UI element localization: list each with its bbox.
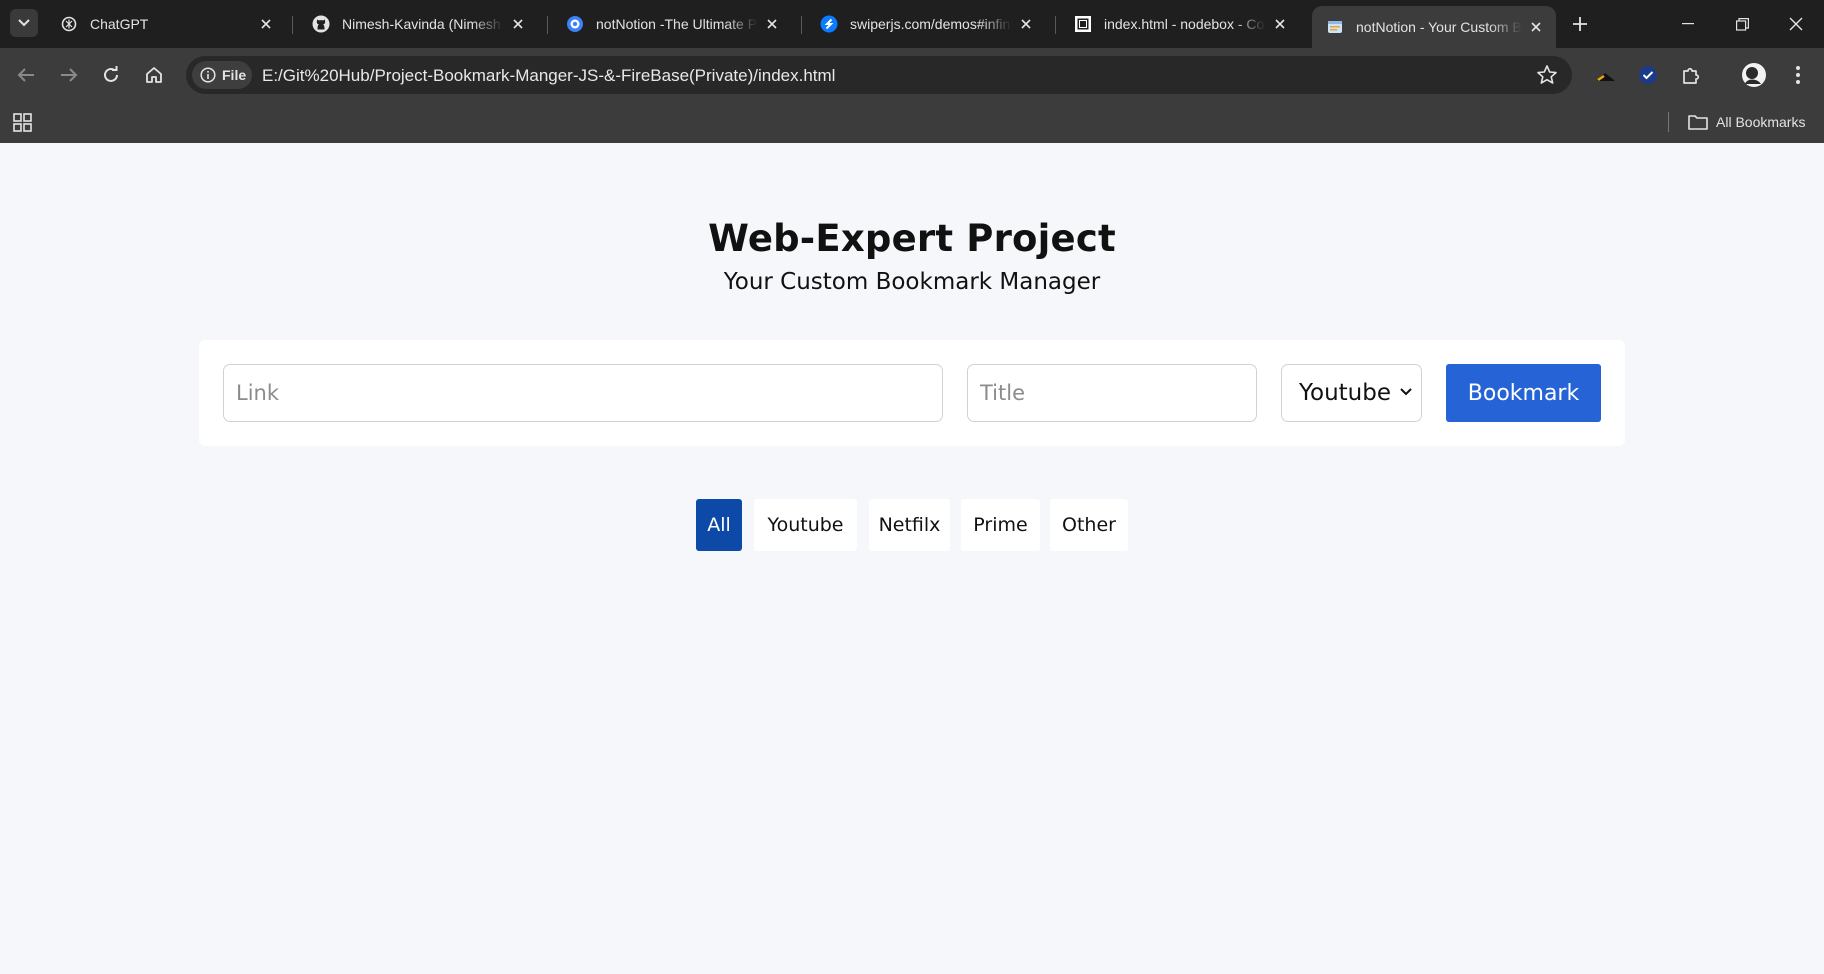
page-content: Web-Expert Project Your Custom Bookmark …: [0, 143, 1824, 974]
arrow-right-icon: [61, 68, 78, 82]
restore-button[interactable]: [1728, 10, 1756, 38]
back-button[interactable]: [12, 61, 40, 89]
title-input[interactable]: [967, 364, 1257, 422]
avatar: [1742, 63, 1766, 87]
home-icon: [146, 67, 162, 83]
extension-button[interactable]: [1592, 61, 1620, 89]
category-selected-value: Youtube: [1299, 380, 1391, 406]
chevron-down-icon: [18, 19, 30, 27]
plus-icon: [1573, 17, 1587, 31]
page-icon: [1326, 18, 1344, 36]
all-bookmarks-label: All Bookmarks: [1716, 114, 1806, 130]
tab-strip: ChatGPT Nimesh-Kavinda (Nimesh Kavinda) …: [0, 0, 1824, 48]
github-icon: [312, 15, 330, 33]
tab-active-bookmark-manager[interactable]: notNotion - Your Custom Bookmark: [1312, 6, 1556, 48]
extension-app-icon: [1597, 73, 1615, 82]
arrow-left-icon: [17, 68, 34, 82]
page-subtitle: Your Custom Bookmark Manager: [723, 269, 1101, 295]
menu-button[interactable]: [1784, 61, 1812, 89]
filter-netflix[interactable]: Netfilx: [869, 499, 950, 551]
tab-separator: [801, 16, 802, 34]
close-icon[interactable]: [510, 16, 526, 32]
reload-button[interactable]: [97, 61, 125, 89]
tab-title: swiperjs.com/demos#infinite-loop: [850, 16, 1012, 32]
home-button[interactable]: [140, 61, 168, 89]
forward-button[interactable]: [55, 61, 83, 89]
close-icon[interactable]: [1018, 16, 1034, 32]
link-input[interactable]: [223, 364, 943, 422]
all-bookmarks-button[interactable]: All Bookmarks: [1688, 111, 1805, 133]
codesandbox-icon: [1074, 15, 1092, 33]
apps-grid-icon[interactable]: [13, 112, 33, 132]
reload-icon: [104, 66, 118, 82]
filter-other[interactable]: Other: [1050, 499, 1128, 551]
site-info-chip[interactable]: File: [192, 61, 252, 89]
extension-check-button[interactable]: [1634, 61, 1662, 89]
tab-search-button[interactable]: [10, 9, 38, 37]
folder-icon: [1688, 115, 1708, 130]
tab-separator: [292, 16, 293, 34]
address-bar[interactable]: File E:/Git%20Hub/Project-Bookmark-Mange…: [186, 56, 1572, 94]
profile-button[interactable]: [1740, 61, 1768, 89]
tab-title: notNotion - Your Custom Bookmark: [1356, 19, 1522, 35]
bookmark-button[interactable]: Bookmark: [1446, 364, 1601, 422]
close-icon[interactable]: [1528, 19, 1544, 35]
tab-title: ChatGPT: [90, 16, 149, 32]
close-window-button[interactable]: [1782, 10, 1810, 38]
chatgpt-icon: [60, 15, 78, 33]
chevron-down-icon: [1400, 388, 1412, 396]
minimize-button[interactable]: [1674, 10, 1702, 38]
bookmarks-bar: All Bookmarks: [0, 102, 1824, 143]
close-icon[interactable]: [764, 16, 780, 32]
swiper-icon: [820, 15, 838, 33]
kebab-menu-icon: [1796, 66, 1800, 84]
close-icon[interactable]: [258, 16, 274, 32]
tab-chatgpt[interactable]: ChatGPT: [46, 6, 286, 42]
page-title: Web-Expert Project: [708, 217, 1116, 260]
site-info-label: File: [222, 67, 247, 83]
close-icon: [1789, 17, 1803, 31]
restore-icon: [1735, 17, 1749, 31]
info-icon: [200, 67, 216, 83]
checkmark-icon: [1639, 66, 1657, 84]
tab-codesandbox[interactable]: index.html - nodebox - CodeSandbox: [1060, 6, 1300, 42]
star-icon[interactable]: [1536, 64, 1558, 86]
bookmarks-divider: [1668, 112, 1669, 132]
notnotion-icon: [566, 15, 584, 33]
tab-separator: [547, 16, 548, 34]
bookmark-form: Youtube Bookmark: [199, 340, 1625, 446]
filter-youtube[interactable]: Youtube: [754, 499, 857, 551]
tab-title: notNotion -The Ultimate Productivity: [596, 16, 758, 32]
tab-github[interactable]: Nimesh-Kavinda (Nimesh Kavinda): [298, 6, 538, 42]
tab-swiper[interactable]: swiperjs.com/demos#infinite-loop: [806, 6, 1046, 42]
tab-notnotion[interactable]: notNotion -The Ultimate Productivity: [552, 6, 792, 42]
close-icon[interactable]: [1272, 16, 1288, 32]
extensions-button[interactable]: [1677, 61, 1705, 89]
browser-toolbar: File E:/Git%20Hub/Project-Bookmark-Mange…: [0, 48, 1824, 102]
filter-prime[interactable]: Prime: [961, 499, 1040, 551]
tab-title: Nimesh-Kavinda (Nimesh Kavinda): [342, 16, 504, 32]
tab-title: index.html - nodebox - CodeSandbox: [1104, 16, 1266, 32]
filter-all[interactable]: All: [696, 499, 742, 551]
puzzle-icon: [1683, 67, 1700, 84]
category-select[interactable]: Youtube: [1281, 364, 1422, 422]
minimize-icon: [1682, 23, 1694, 25]
tab-separator: [1055, 16, 1056, 34]
url-text[interactable]: E:/Git%20Hub/Project-Bookmark-Manger-JS-…: [262, 66, 835, 86]
category-filters: All Youtube Netfilx Prime Other: [0, 499, 1824, 551]
new-tab-button[interactable]: [1568, 12, 1592, 36]
